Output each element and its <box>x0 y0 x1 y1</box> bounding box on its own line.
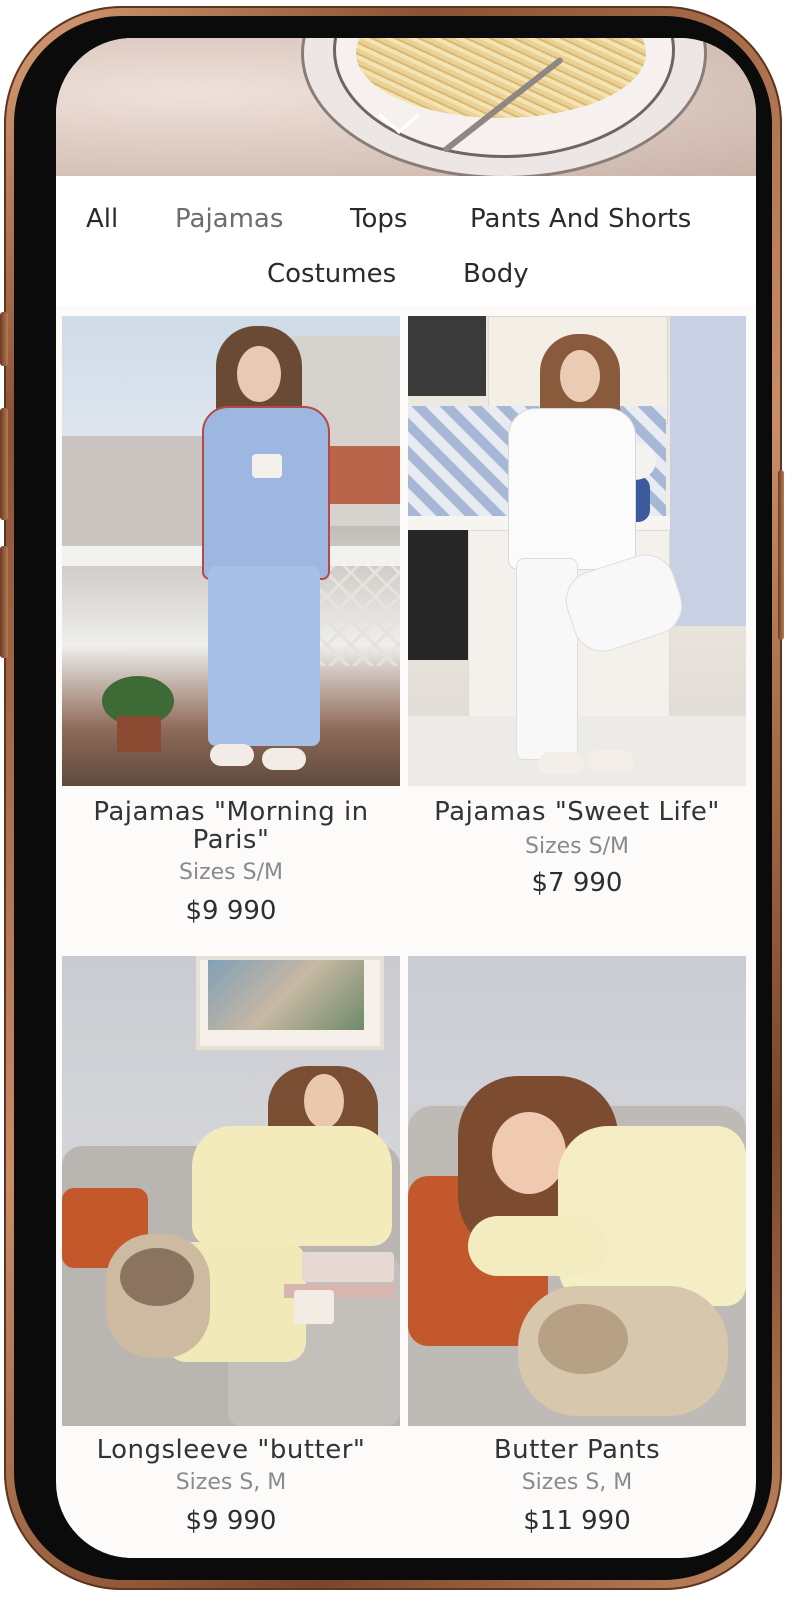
product-image[interactable] <box>62 316 400 786</box>
tab-costumes[interactable]: Costumes <box>267 259 396 289</box>
phone-action-button <box>0 312 8 366</box>
product-image[interactable] <box>408 316 746 786</box>
product-sizes: Sizes S/M <box>179 860 283 885</box>
product-sizes: Sizes S, M <box>175 1470 287 1495</box>
product-card[interactable]: Pajamas "Sweet Life" Sizes S/M $7 990 <box>408 316 746 936</box>
product-price: $11 990 <box>523 1506 631 1536</box>
product-name[interactable]: Pajamas "Morning in Paris" <box>62 798 400 854</box>
category-tabs: All Pajamas Tops Pants And Shorts Costum… <box>56 176 756 306</box>
product-image[interactable] <box>62 956 400 1426</box>
phone-power-button <box>778 470 784 640</box>
chevron-down-icon[interactable] <box>376 108 422 138</box>
product-card[interactable]: Pajamas "Morning in Paris" Sizes S/M $9 … <box>62 316 400 936</box>
app-screen: All Pajamas Tops Pants And Shorts Costum… <box>56 38 756 1558</box>
phone-volume-down-button <box>0 546 8 658</box>
tab-tops[interactable]: Tops <box>350 204 407 234</box>
phone-volume-up-button <box>0 408 8 520</box>
product-card[interactable]: Butter Pants Sizes S, M $11 990 <box>408 956 746 1558</box>
product-name[interactable]: Pajamas "Sweet Life" <box>408 798 746 826</box>
tab-body[interactable]: Body <box>463 259 529 289</box>
product-sizes: Sizes S/M <box>525 834 629 859</box>
product-name[interactable]: Butter Pants <box>408 1436 746 1464</box>
product-price: $9 990 <box>185 1506 277 1536</box>
tab-pajamas[interactable]: Pajamas <box>175 204 283 234</box>
product-price: $7 990 <box>531 868 623 898</box>
hero-banner-image <box>56 38 756 176</box>
product-sizes: Sizes S, M <box>521 1470 633 1495</box>
product-image[interactable] <box>408 956 746 1426</box>
tab-pants-and-shorts[interactable]: Pants And Shorts <box>470 204 691 234</box>
tab-all[interactable]: All <box>86 204 118 234</box>
product-price: $9 990 <box>185 896 277 926</box>
product-name[interactable]: Longsleeve "butter" <box>62 1436 400 1464</box>
product-card[interactable]: Longsleeve "butter" Sizes S, M $9 990 <box>62 956 400 1558</box>
